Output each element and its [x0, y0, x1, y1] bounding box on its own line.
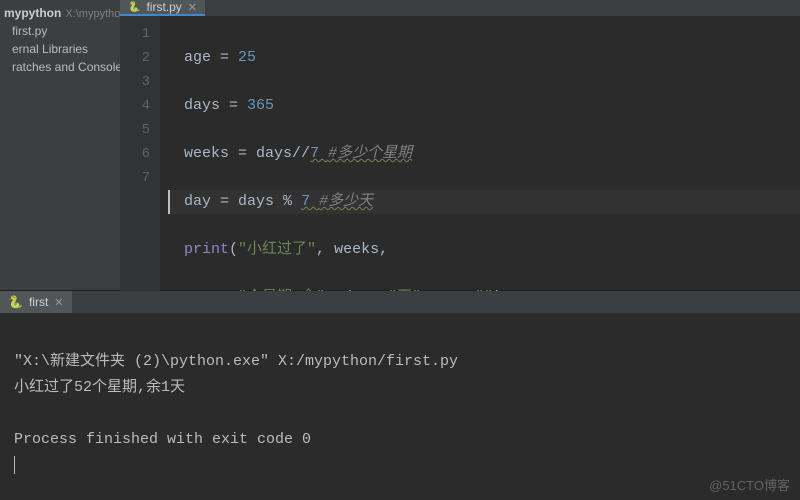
project-name: mypython: [4, 6, 61, 20]
run-tab-bar: 🐍 first ✕: [0, 291, 800, 313]
line-number: 4: [120, 94, 150, 118]
console-output[interactable]: "X:\新建文件夹 (2)\python.exe" X:/mypython/fi…: [0, 313, 800, 500]
close-icon[interactable]: ✕: [54, 296, 63, 309]
run-tab-first[interactable]: 🐍 first ✕: [0, 291, 72, 313]
editor-tab-bar: 🐍 first.py ✕: [120, 0, 800, 16]
python-run-icon: 🐍: [8, 295, 23, 309]
line-number: 5: [120, 118, 150, 142]
console-line: "X:\新建文件夹 (2)\python.exe" X:/mypython/fi…: [14, 353, 458, 370]
python-file-icon: 🐍: [128, 2, 140, 13]
project-root[interactable]: mypython X:\mypython: [0, 4, 120, 22]
editor-tab-label: first.py: [146, 0, 181, 14]
console-line: 小红过了52个星期,余1天: [14, 379, 185, 396]
run-panel: 🐍 first ✕ "X:\新建文件夹 (2)\python.exe" X:/m…: [0, 290, 800, 500]
line-number: 3: [120, 70, 150, 94]
tree-item-file[interactable]: first.py: [0, 22, 120, 40]
line-number: 6: [120, 142, 150, 166]
line-number: 1: [120, 22, 150, 46]
run-tab-label: first: [29, 295, 48, 309]
tree-item-scratches[interactable]: ratches and Consoles: [0, 58, 120, 76]
caret: [14, 456, 15, 474]
editor-tab-first-py[interactable]: 🐍 first.py ✕: [120, 0, 205, 16]
editor-area: 🐍 first.py ✕ 1 2 3 4 5 6 7 age = 25 days…: [120, 0, 800, 290]
project-sidebar[interactable]: mypython X:\mypython first.py ernal Libr…: [0, 0, 120, 290]
project-path: X:\mypython: [65, 8, 126, 20]
close-icon[interactable]: ✕: [188, 1, 197, 14]
line-number: 2: [120, 46, 150, 70]
line-number: 7: [120, 166, 150, 190]
console-line: Process finished with exit code 0: [14, 431, 311, 448]
tree-item-external-libraries[interactable]: ernal Libraries: [0, 40, 120, 58]
